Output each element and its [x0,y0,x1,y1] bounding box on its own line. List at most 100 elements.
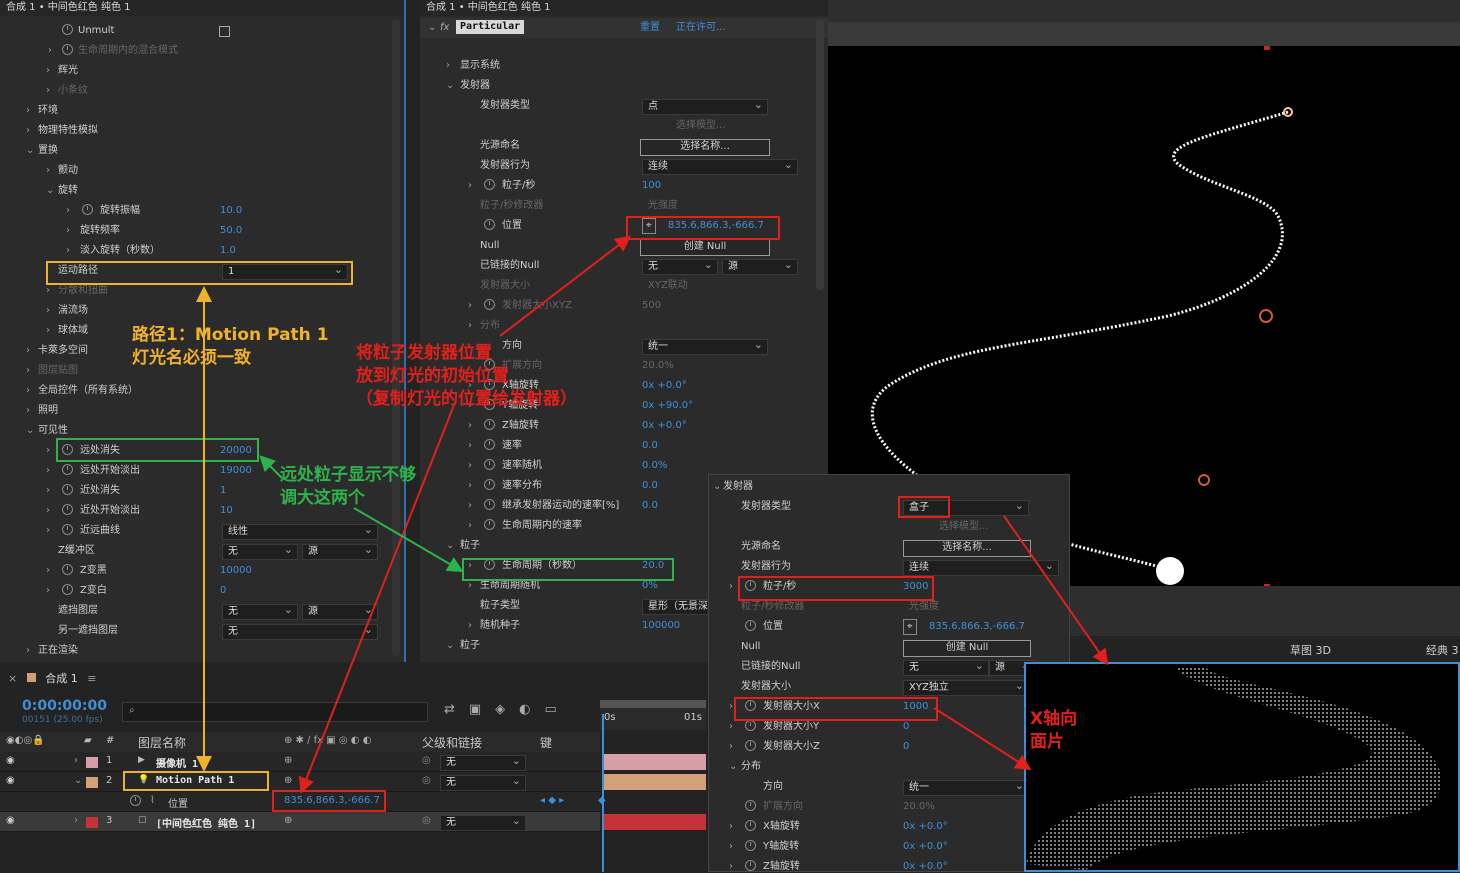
property-row[interactable]: 位置 835.6,866.3,-666.7 ⌖ [420,216,828,236]
dropdown-select[interactable]: 统一 [642,338,768,355]
chevron-icon[interactable]: › [46,164,50,178]
property-row[interactable]: › 发射器大小XYZ 500 [420,296,828,316]
dropdown-select[interactable]: 无 [903,659,989,676]
property-value[interactable]: 0x +0.0° [642,379,687,393]
parent-dropdown[interactable]: 无 [440,774,526,791]
property-value[interactable]: 10000 [220,564,252,578]
property-row[interactable]: › 分布 [420,316,828,336]
dropdown-select[interactable]: 点 [642,98,768,115]
label-color-swatch[interactable] [86,757,98,768]
property-row[interactable]: › Z轴旋转 0x +0.0° [420,416,828,436]
layer-duration-bar[interactable] [604,814,706,830]
chevron-icon[interactable]: › [66,224,70,238]
dropdown-select[interactable]: 无 [642,258,718,275]
chevron-icon[interactable]: ⌄ [46,184,54,198]
stopwatch-icon[interactable] [484,179,495,190]
chevron-icon[interactable]: › [729,820,733,834]
property-row[interactable]: › 环境 [0,101,404,121]
property-value[interactable]: 0.0 [642,439,658,453]
property-row[interactable]: › Z轴旋转 0x +0.0° [709,857,1069,871]
property-row[interactable]: › 物理特性模拟 [0,121,404,141]
property-row[interactable]: 已链接的Null无源 [709,657,1069,677]
property-value[interactable]: 0x +0.0° [903,860,948,871]
property-row[interactable]: 另一遮挡图层 无 [0,621,404,641]
layer-name[interactable]: Motion Path 1 [156,775,234,786]
chevron-icon[interactable]: ⌄ [446,79,454,93]
stopwatch-icon[interactable] [745,800,756,811]
chevron-icon[interactable]: › [46,484,50,498]
stopwatch-icon[interactable] [484,299,495,310]
chevron-icon[interactable]: › [26,124,30,138]
property-row[interactable]: 选择模型... [709,517,1069,537]
property-value[interactable]: 3000 [903,580,928,594]
chevron-icon[interactable]: › [46,444,50,458]
property-row[interactable]: › 发射器大小Y 0 [709,717,1069,737]
scrollbar[interactable] [816,20,824,290]
property-value[interactable]: 0x +90.0° [642,399,693,413]
eye-icon[interactable]: ◉ [6,775,15,786]
property-row[interactable]: › 发射器大小Z 0 [709,737,1069,757]
chevron-icon[interactable]: › [66,244,70,258]
stopwatch-icon[interactable] [745,700,756,711]
dropdown-select[interactable]: 连续 [903,559,1059,576]
property-value[interactable]: 500 [642,299,661,313]
property-row[interactable]: › Z变黑 10000 [0,561,404,581]
stopwatch-icon[interactable] [745,720,756,731]
stopwatch-icon[interactable] [62,584,73,595]
property-row[interactable]: 遮挡图层 无源 [0,601,404,621]
stopwatch-icon[interactable] [62,44,73,55]
chevron-icon[interactable]: › [468,439,472,453]
property-value[interactable]: 0x +0.0° [903,820,948,834]
chevron-icon[interactable]: › [468,299,472,313]
chevron-icon[interactable]: ⌄ [446,539,454,553]
dropdown-select[interactable]: 无 [222,603,298,620]
property-row[interactable]: Null 创建 Null [709,637,1069,657]
layer-row[interactable]: ◉ › 1 ▶ 摄像机 1 ⊕ ◎ 无 [0,752,706,772]
chevron-icon[interactable]: › [468,579,472,593]
pickwhip-icon[interactable]: ◎ [422,775,431,786]
property-row[interactable]: ⌄ 分布 [709,757,1069,777]
renderer-classic[interactable]: 经典 3 [1426,642,1459,658]
property-row[interactable]: 扩展方向 20.0% [709,797,1069,817]
layer-name[interactable]: 摄像机 1 [156,755,198,770]
stopwatch-icon[interactable] [745,840,756,851]
chevron-icon[interactable]: › [74,815,78,826]
chevron-icon[interactable]: › [46,64,50,78]
work-area-bar[interactable] [600,700,706,708]
dropdown-select[interactable]: 无 [222,543,298,560]
property-row[interactable]: 已链接的Null无源 [420,256,828,276]
stopwatch-icon[interactable] [484,459,495,470]
stopwatch-icon[interactable] [62,524,73,535]
property-row[interactable]: › Y轴旋转 0x +0.0° [709,837,1069,857]
crosshair-icon[interactable]: ⌖ [642,218,656,234]
property-row[interactable]: › 照明 [0,401,404,421]
chevron-icon[interactable]: › [46,564,50,578]
dropdown-select[interactable]: 1 [222,263,348,280]
stopwatch-icon[interactable] [484,519,495,530]
chevron-icon[interactable]: › [26,344,30,358]
chevron-icon[interactable]: › [468,499,472,513]
chevron-icon[interactable]: › [66,204,70,218]
property-value[interactable]: 20.0 [642,559,664,573]
parent-dropdown[interactable]: 无 [440,754,526,771]
layer-duration-bar[interactable] [604,774,706,790]
stopwatch-icon[interactable] [484,419,495,430]
chevron-icon[interactable]: › [74,755,78,766]
dropdown-source[interactable]: 源 [302,603,378,620]
property-value[interactable]: XYZ联动 [648,279,688,293]
property-row[interactable]: › 远处消失 20000 [0,441,404,461]
property-row[interactable]: 位置 835.6,866.3,-666.7 ⌖ [709,617,1069,637]
property-value[interactable]: 1 [220,484,226,498]
property-row[interactable]: › 湍流场 [0,301,404,321]
stopwatch-icon[interactable] [62,504,73,515]
property-value[interactable]: 10 [220,504,233,518]
chevron-icon[interactable]: › [46,504,50,518]
property-row[interactable]: › 发射器大小X 1000 [709,697,1069,717]
stopwatch-icon[interactable] [484,219,495,230]
property-value[interactable]: 1000 [903,700,928,714]
property-value[interactable]: 835.6,866.3,-666.7 [668,219,764,233]
property-value[interactable]: 选择模型... [939,520,989,534]
chevron-icon[interactable]: › [26,644,30,658]
checkbox[interactable] [219,26,230,37]
chevron-icon[interactable]: ⌄ [446,639,454,653]
